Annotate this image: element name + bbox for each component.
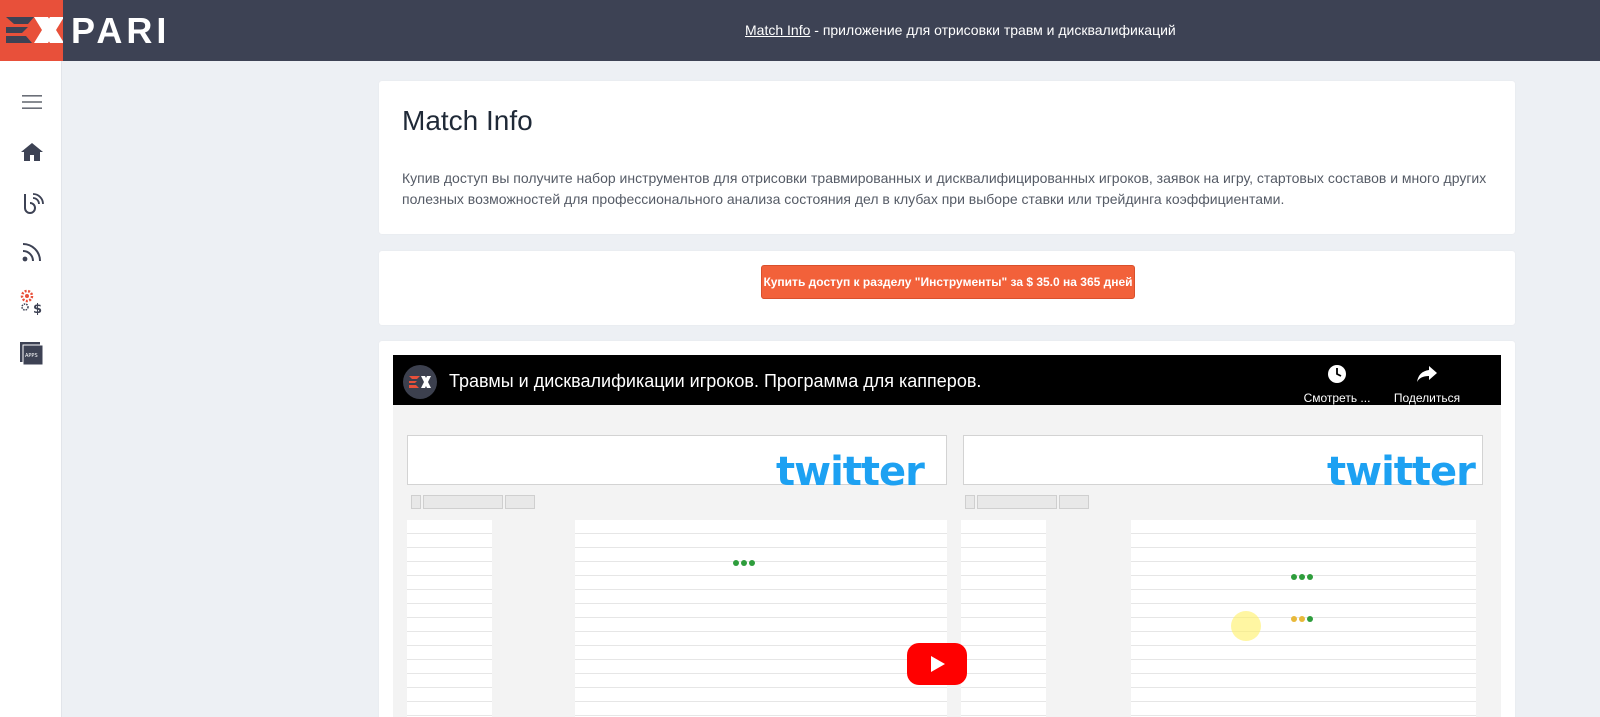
header-tagline: Match Info - приложение для отрисовки тр… [745,22,1176,38]
video-title[interactable]: Травмы и дисквалификации игроков. Програ… [449,371,981,392]
video-tab [505,495,535,509]
status-column-left [407,520,492,717]
tagline-text: - приложение для отрисовки травм и дискв… [810,22,1176,38]
buy-card: Купить доступ к разделу "Инструменты" за… [379,251,1515,325]
share-button[interactable]: Поделиться [1387,363,1467,405]
twitter-logo-left: twitter [776,449,925,495]
logo[interactable]: PARI [0,0,180,61]
share-icon [1417,366,1437,382]
clock-icon [1328,365,1346,383]
status-column-right [961,520,1046,717]
video-title-bar: Травмы и дисквалификации игроков. Програ… [393,355,1501,405]
video-tabs-right [965,495,1089,509]
logo-text: PARI [71,9,171,51]
match-info-link[interactable]: Match Info [745,22,810,38]
menu-icon[interactable] [20,90,44,114]
video-card: twitter twitter Травмы и дисквалификации… [379,341,1515,717]
share-label: Поделиться [1393,391,1461,405]
page-description: Купив доступ вы получите набор инструмен… [402,170,1487,207]
broadcast-b-icon[interactable] [20,190,44,214]
video-tabs-left [411,495,535,509]
status-dots [1291,567,1315,585]
play-button[interactable] [907,643,967,685]
page-title: Match Info [402,105,533,136]
watch-later-label: Смотреть ... [1303,391,1371,405]
video-tab [411,495,421,509]
video-tab [423,495,503,509]
info-card: Match Info Купив доступ вы получите набо… [379,81,1515,234]
cursor-highlight [1231,611,1261,641]
video-tab [977,495,1057,509]
apps-label: APPS [25,353,38,359]
status-dots [733,553,757,571]
video-tab [1059,495,1089,509]
buy-access-button[interactable]: Купить доступ к разделу "Инструменты" за… [761,265,1135,299]
top-bar: PARI Match Info - приложение для отрисов… [0,0,1600,61]
home-icon[interactable] [20,140,44,164]
apps-icon[interactable]: APPS [20,342,44,366]
sidebar: $ APPS [0,61,62,717]
watch-later-button[interactable]: Смотреть ... [1297,363,1377,405]
rss-icon[interactable] [20,240,44,264]
status-dots [1291,609,1315,627]
twitter-logo-right: twitter [1327,449,1476,495]
channel-logo-icon[interactable] [403,365,437,399]
money-gear-icon[interactable]: $ [20,289,44,315]
play-icon [931,656,945,672]
youtube-embed[interactable]: twitter twitter Травмы и дисквалификации… [393,355,1501,717]
logo-mark-icon [0,0,63,61]
video-tab [965,495,975,509]
svg-text:$: $ [33,302,42,315]
player-table-left [575,520,947,717]
